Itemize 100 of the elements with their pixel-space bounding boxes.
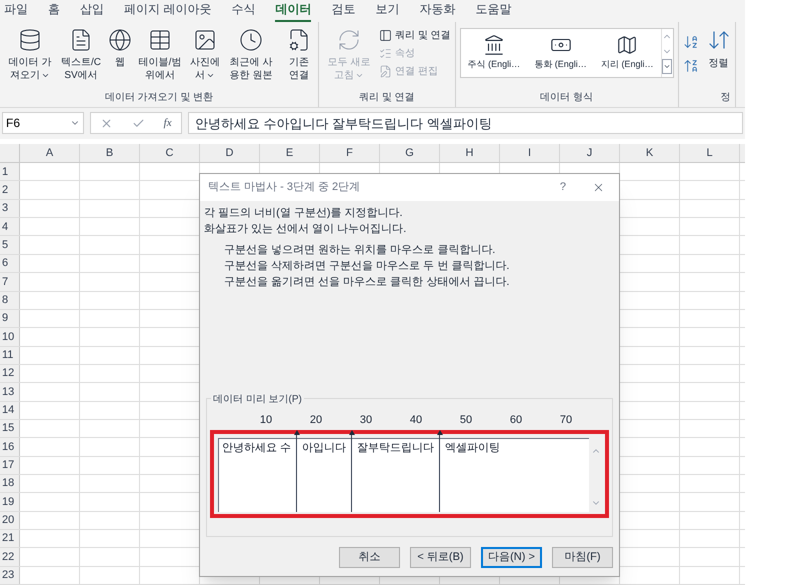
preview-text: 잘부탁드립니다 bbox=[357, 440, 434, 456]
row-header[interactable]: 3 bbox=[0, 200, 20, 218]
row-header[interactable]: 9 bbox=[0, 310, 20, 328]
ribbon-tab[interactable]: 파일 bbox=[4, 0, 28, 22]
column-header[interactable]: G bbox=[380, 144, 440, 162]
row-header[interactable]: 21 bbox=[0, 530, 20, 548]
row-header[interactable]: 13 bbox=[0, 383, 20, 401]
preview-text: 아입니다 bbox=[302, 440, 346, 456]
ribbon-button[interactable]: 사진에서 bbox=[186, 28, 224, 82]
ribbon-tab[interactable]: 도움말 bbox=[475, 0, 512, 22]
bank-icon bbox=[482, 34, 505, 56]
instruction-text: 구분선을 옮기려면 선을 마우스로 클릭한 상태에서 끕니다. bbox=[224, 275, 510, 290]
column-header[interactable]: A bbox=[20, 144, 80, 162]
column-header[interactable]: H bbox=[440, 144, 500, 162]
row-header[interactable]: 23 bbox=[0, 566, 20, 584]
dialog-button[interactable]: 취소 bbox=[339, 547, 400, 568]
column-header[interactable]: L bbox=[680, 144, 740, 162]
column-break-arrow[interactable] bbox=[293, 430, 300, 512]
more-icon[interactable] bbox=[662, 59, 672, 74]
row-header[interactable]: 16 bbox=[0, 438, 20, 456]
ribbon-tab[interactable]: 페이지 레이아웃 bbox=[124, 0, 212, 22]
ruler-number: 50 bbox=[458, 413, 474, 428]
row-header[interactable]: 17 bbox=[0, 456, 20, 474]
ribbon-button[interactable]: 텍스트/CSV에서 bbox=[58, 28, 104, 82]
ruler-number: 10 bbox=[258, 413, 274, 428]
row-header[interactable]: 12 bbox=[0, 364, 20, 382]
row-header[interactable]: 10 bbox=[0, 328, 20, 346]
instruction-text: 각 필드의 너비(열 구분선)를 지정합니다. bbox=[204, 206, 404, 221]
help-button[interactable]: ? bbox=[560, 179, 566, 196]
refresh-icon bbox=[337, 28, 361, 52]
preview-box[interactable] bbox=[218, 438, 590, 512]
column-header[interactable]: J bbox=[560, 144, 620, 162]
ribbon-tab[interactable]: 검토 bbox=[331, 0, 356, 22]
column-break-arrow[interactable] bbox=[348, 430, 356, 512]
ruler-number: 20 bbox=[308, 413, 324, 428]
ribbon-small-button[interactable]: 쿼리 및 연결 bbox=[379, 28, 451, 43]
sort-descending-icon[interactable] bbox=[682, 58, 699, 74]
sort-ascending-icon[interactable] bbox=[682, 34, 699, 50]
ribbon-tab[interactable]: 수식 bbox=[231, 0, 256, 22]
group-label: 데이터 형식 bbox=[540, 90, 593, 104]
column-header[interactable]: F bbox=[320, 144, 380, 162]
preview-text: 엑셀파이팅 bbox=[445, 440, 500, 456]
ribbon-tab[interactable]: 자동화 bbox=[419, 0, 456, 22]
column-header[interactable]: C bbox=[140, 144, 200, 162]
row-header[interactable]: 7 bbox=[0, 273, 20, 290]
row-header[interactable]: 19 bbox=[0, 493, 20, 511]
list-icon bbox=[379, 47, 392, 60]
cancel-icon[interactable] bbox=[100, 116, 114, 130]
preview-text: 안녕하세요 수 bbox=[222, 440, 292, 456]
picture-icon bbox=[193, 28, 217, 52]
row-header[interactable]: 18 bbox=[0, 474, 20, 492]
row-header[interactable]: 1 bbox=[0, 163, 20, 180]
dialog-button[interactable]: < 뒤로(B) bbox=[410, 547, 471, 568]
ribbon-tab[interactable]: 홈 bbox=[48, 0, 60, 22]
group-label: 데이터 가져오기 및 변환 bbox=[104, 90, 214, 104]
row-header[interactable]: 2 bbox=[0, 181, 20, 199]
group-label: 쿼리 및 연결 bbox=[359, 90, 415, 104]
row-header[interactable]: 8 bbox=[0, 292, 20, 309]
dialog-button[interactable]: 마침(F) bbox=[552, 547, 613, 568]
name-box[interactable]: F6 bbox=[2, 112, 84, 134]
row-header[interactable]: 5 bbox=[0, 236, 20, 254]
column-header[interactable]: K bbox=[620, 144, 680, 162]
ribbon-button[interactable]: 최근에 사용한 원본 bbox=[226, 28, 276, 82]
gallery-item[interactable]: 지리 (Engli… bbox=[600, 34, 654, 72]
ribbon-tab[interactable]: 보기 bbox=[375, 0, 400, 22]
gallery-item[interactable]: 주식 (Engli… bbox=[468, 34, 520, 72]
column-header[interactable]: E bbox=[260, 144, 320, 162]
clock-icon bbox=[239, 28, 263, 52]
ribbon-button[interactable]: 데이터 가져오기 bbox=[4, 28, 56, 82]
row-header[interactable]: 6 bbox=[0, 254, 20, 272]
row-header[interactable]: 15 bbox=[0, 420, 20, 438]
group-label: 정 bbox=[720, 90, 731, 104]
row-header[interactable]: 4 bbox=[0, 218, 20, 236]
ribbon-button[interactable]: 웹 bbox=[106, 28, 134, 69]
column-header[interactable]: I bbox=[500, 144, 560, 162]
column-header[interactable]: D bbox=[200, 144, 260, 162]
row-header[interactable]: 11 bbox=[0, 346, 20, 364]
preview-label: 데이터 미리 보기(P) bbox=[211, 392, 304, 407]
ribbon-button[interactable]: 기존 연결 bbox=[284, 28, 314, 82]
edit-icon bbox=[379, 65, 392, 78]
close-icon[interactable] bbox=[592, 181, 605, 194]
insert-function-button[interactable]: fx bbox=[164, 115, 172, 132]
ribbon-button[interactable]: 테이블/범위에서 bbox=[136, 28, 184, 82]
instruction-text: 구분선을 삭제하려면 구분선을 마우스로 두 번 클릭합니다. bbox=[224, 259, 510, 274]
gallery-item[interactable]: 통화 (Engli… bbox=[534, 34, 587, 72]
row-header[interactable]: 20 bbox=[0, 512, 20, 529]
ruler-number: 30 bbox=[358, 413, 374, 428]
column-header[interactable]: B bbox=[80, 144, 140, 162]
row-header[interactable]: 14 bbox=[0, 402, 20, 419]
column-break-arrow[interactable] bbox=[436, 430, 444, 512]
row-header[interactable]: 22 bbox=[0, 548, 20, 566]
dialog-button[interactable]: 다음(N) > bbox=[481, 547, 542, 568]
ruler-number: 60 bbox=[508, 413, 524, 428]
instruction-text: 구분선을 넣으려면 원하는 위치를 마우스로 클릭합니다. bbox=[224, 243, 496, 258]
globe-icon bbox=[108, 28, 132, 52]
ribbon-button[interactable]: 정렬 bbox=[706, 28, 731, 71]
dialog-title: 텍스트 마법사 - 3단계 중 2단계 bbox=[208, 180, 362, 196]
formula-field[interactable]: 안녕하세요 수아입니다 잘부탁드립니다 엑셀파이팅 bbox=[188, 112, 743, 134]
ribbon-tab[interactable]: 삽입 bbox=[80, 0, 104, 22]
ruler-number: 40 bbox=[408, 413, 424, 428]
